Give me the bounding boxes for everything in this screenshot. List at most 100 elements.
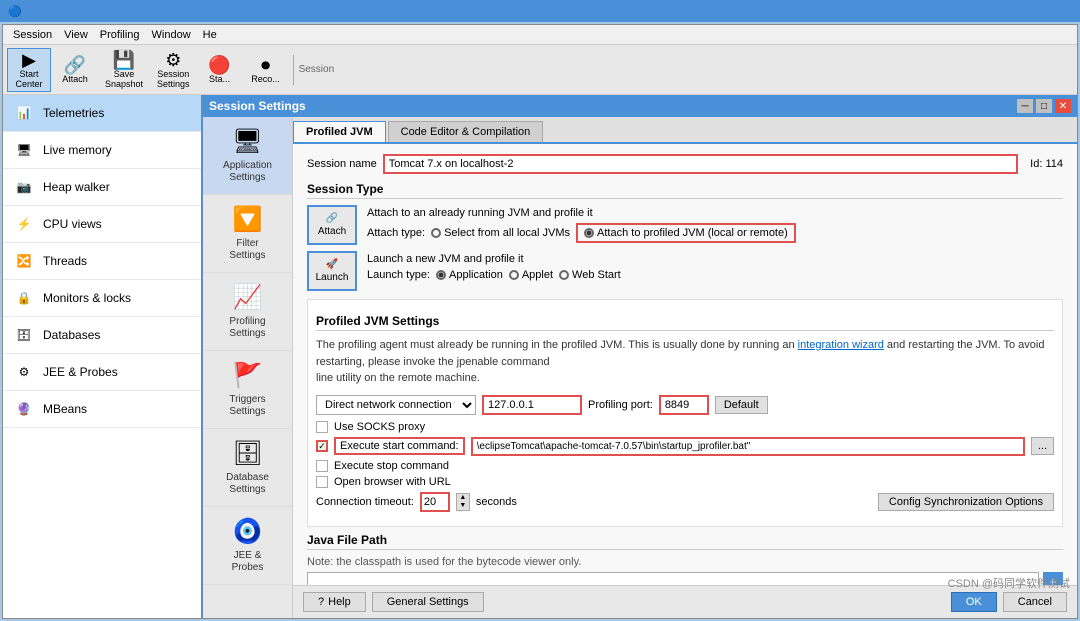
integration-wizard-link[interactable]: integration wizard [798,339,884,351]
session-id-label: Id: 114 [1030,158,1063,170]
config-sync-button[interactable]: Config Synchronization Options [878,493,1054,511]
stop-cmd-checkbox[interactable] [316,460,328,472]
attach-type-label-text: Attach type: [367,227,425,239]
filter-settings-item[interactable]: 🔽 FilterSettings [203,195,292,273]
general-settings-button[interactable]: General Settings [372,592,484,612]
ip-input[interactable] [482,395,582,415]
triggers-icon: 🚩 [233,361,263,390]
launch-button-type[interactable]: 🚀 Launch [307,251,357,291]
app-settings-item[interactable]: 🖥 ApplicationSettings [203,117,292,195]
nav-item-threads[interactable]: 🔀 Threads [3,243,201,280]
dialog-body: 🖥 ApplicationSettings 🔽 FilterSettings 📈… [203,117,1077,618]
open-browser-label: Open browser with URL [334,476,451,488]
menu-window[interactable]: Window [146,27,197,43]
launch-webstart-radio[interactable]: Web Start [559,269,621,281]
cancel-button[interactable]: Cancel [1003,592,1067,612]
launch-type-icon: 🚀 [326,259,338,270]
start-label: StartCenter [15,69,42,89]
default-button[interactable]: Default [715,396,768,414]
nav-item-telemetries[interactable]: 📊 Telemetries [3,95,201,132]
attach-row: 🔗 Attach Attach to an already running JV… [307,205,1063,245]
menu-profiling[interactable]: Profiling [94,27,146,43]
tab-code-editor[interactable]: Code Editor & Compilation [388,121,544,142]
launch-app-label: Application [449,269,503,281]
timeout-up-arrow[interactable]: ▲ [457,494,469,502]
session-label: SessionSettings [157,69,190,89]
databases-label: Databases [43,328,100,342]
attach-button-type[interactable]: 🔗 Attach [307,205,357,245]
timeout-label: Connection timeout: [316,496,414,508]
attach-label: Attach [62,74,88,84]
open-browser-checkbox[interactable] [316,476,328,488]
dialog-close-button[interactable]: ✕ [1055,99,1071,113]
timeout-input[interactable] [420,492,450,512]
port-input[interactable] [659,395,709,415]
dialog-min-button[interactable]: ─ [1017,99,1033,113]
mbeans-label: MBeans [43,402,87,416]
tab-profiled-jvm[interactable]: Profiled JVM [293,121,386,142]
launch-app-circle [436,270,446,280]
attach-local-radio[interactable]: Select from all local JVMs [431,227,570,239]
dialog-title-bar: Session Settings ─ □ ✕ [203,95,1077,117]
db-label: DatabaseSettings [226,472,269,496]
ok-button[interactable]: OK [951,592,997,612]
cpu-label: CPU views [43,217,102,231]
triggers-settings-item[interactable]: 🚩 TriggersSettings [203,351,292,429]
help-button[interactable]: ? Help [303,592,366,612]
launch-applet-radio[interactable]: Applet [509,269,553,281]
left-nav: 📊 Telemetries 🖥 Live memory 📷 Heap walke… [3,95,203,618]
nav-item-live-memory[interactable]: 🖥 Live memory [3,132,201,169]
session-name-input[interactable] [383,154,1018,174]
menu-session[interactable]: Session [7,27,58,43]
telemetries-label: Telemetries [43,106,104,120]
dialog-content: Session name Id: 114 Session Type [293,144,1077,585]
jee-label: JEE & Probes [43,365,118,379]
dialog-max-button[interactable]: □ [1036,99,1052,113]
nav-item-cpu-views[interactable]: ⚡ CPU views [3,206,201,243]
open-browser-row: Open browser with URL [316,476,1054,488]
nav-item-databases[interactable]: 🗄 Databases [3,317,201,354]
socks-checkbox[interactable] [316,421,328,433]
start-center-button[interactable]: ▶ StartCenter [7,48,51,92]
inner-body: 📊 Telemetries 🖥 Live memory 📷 Heap walke… [3,95,1077,618]
sta-button[interactable]: 🔴 Sta... [198,54,242,86]
attach-profiled-radio-bordered[interactable]: Attach to profiled JVM (local or remote) [576,223,796,243]
desc-line3: line utility on the remote machine. [316,372,480,384]
attach-button[interactable]: 🔗 Attach [53,54,97,86]
session-section-label: Session [299,64,335,75]
profiling-label: ProfilingSettings [229,316,265,340]
launch-type-label: Launch [316,272,349,283]
session-settings-button[interactable]: ⚙ SessionSettings [151,49,196,91]
reco-button[interactable]: ⏺ Reco... [244,54,288,86]
nav-item-jee[interactable]: ⚙ JEE & Probes [3,354,201,391]
nav-item-heap-walker[interactable]: 📷 Heap walker [3,169,201,206]
launch-desc: Launch a new JVM and profile it [367,253,621,265]
attach-desc: Attach to an already running JVM and pro… [367,207,796,219]
jee-probes-settings-item[interactable]: 🧿 JEE &Probes [203,507,292,585]
menu-help[interactable]: He [197,27,223,43]
monitors-label: Monitors & locks [43,291,131,305]
db-settings-item[interactable]: 🗄 DatabaseSettings [203,429,292,507]
app-settings-icon: 🖥 [232,127,262,156]
save-label: SaveSnapshot [105,69,143,89]
socks-label: Use SOCKS proxy [334,421,425,433]
java-path-note: Note: the classpath is used for the byte… [307,556,1063,568]
start-cmd-checkbox[interactable]: ✓ [316,440,328,452]
save-snapshot-button[interactable]: 💾 SaveSnapshot [99,49,149,91]
browse-button[interactable]: ... [1031,437,1054,455]
nav-item-monitors[interactable]: 🔒 Monitors & locks [3,280,201,317]
filter-label: FilterSettings [229,238,265,262]
timeout-down-arrow[interactable]: ▼ [457,502,469,510]
profiling-settings-item[interactable]: 📈 ProfilingSettings [203,273,292,351]
profiled-settings-title: Profiled JVM Settings [316,314,1054,331]
profiled-settings-desc: The profiling agent must already be runn… [316,337,1054,387]
toolbar-separator [293,55,294,85]
java-path-listbox[interactable] [307,572,1039,586]
network-type-select[interactable]: Direct network connection to [316,395,476,415]
launch-options: Launch a new JVM and profile it Launch t… [367,251,621,281]
start-cmd-input[interactable] [471,437,1025,456]
menu-view[interactable]: View [58,27,94,43]
attach-type-row: Attach type: Select from all local JVMs [367,223,796,243]
launch-app-radio[interactable]: Application [436,269,503,281]
nav-item-mbeans[interactable]: 🔮 MBeans [3,391,201,428]
